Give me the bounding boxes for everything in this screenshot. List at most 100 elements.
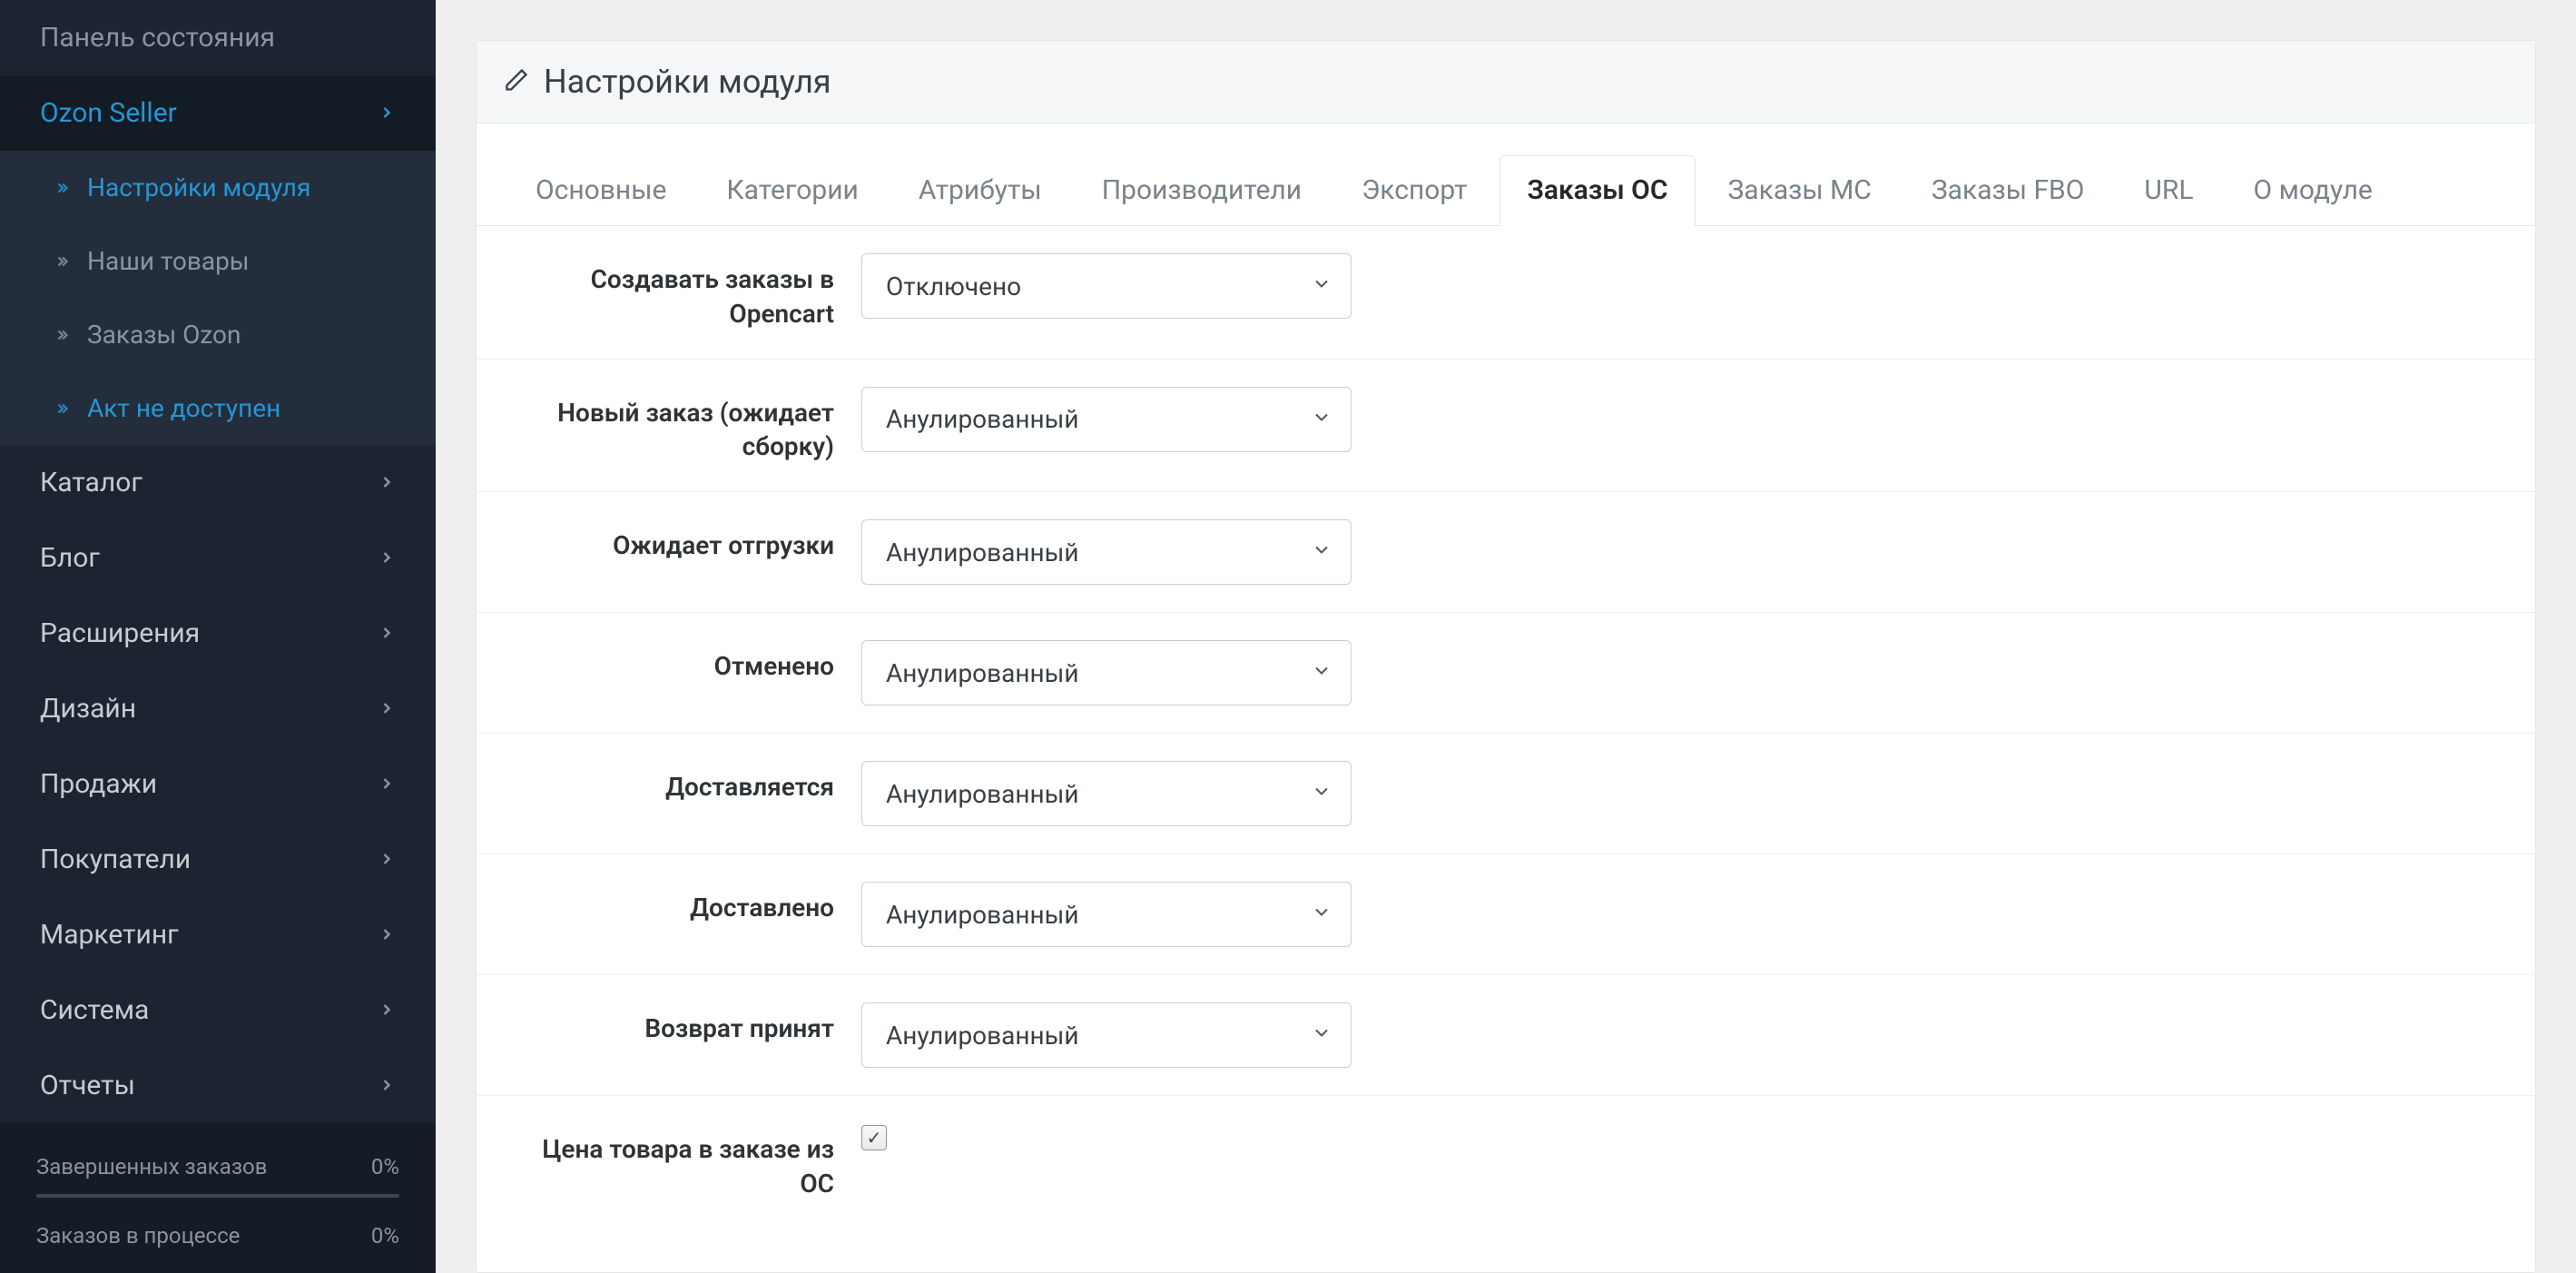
form-label: Отменено bbox=[507, 640, 861, 684]
sidebar-section-title: Панель состояния bbox=[0, 0, 436, 75]
form-control: Анулированный bbox=[861, 387, 2504, 452]
select-dropdown[interactable]: Анулированный bbox=[861, 519, 1352, 585]
sidebar-item-label: Блог bbox=[40, 542, 378, 574]
sidebar-item[interactable]: Блог bbox=[0, 520, 436, 596]
sidebar-item[interactable]: Дизайн bbox=[0, 671, 436, 746]
double-chevron-right-icon bbox=[54, 173, 71, 202]
tab[interactable]: Экспорт bbox=[1333, 155, 1495, 226]
tab[interactable]: О модуле bbox=[2226, 155, 2401, 226]
sidebar-stats-footer: Завершенных заказов 0% Заказов в процесс… bbox=[0, 1123, 436, 1273]
form-label: Создавать заказы в Opencart bbox=[507, 253, 861, 331]
sidebar-sub-item[interactable]: Настройки модуля bbox=[0, 151, 436, 224]
sidebar-item[interactable]: Покупатели bbox=[0, 822, 436, 897]
select-dropdown[interactable]: Анулированный bbox=[861, 1002, 1352, 1068]
sidebar-item-label: Расширения bbox=[40, 617, 378, 649]
sidebar-item-label: Отчеты bbox=[40, 1070, 378, 1101]
form-row: Цена товара в заказе из ОС✓ bbox=[477, 1096, 2535, 1229]
stats-value: 0% bbox=[371, 1154, 399, 1179]
sidebar-sub-item[interactable]: Наши товары bbox=[0, 224, 436, 298]
settings-panel: Настройки модуля ОсновныеКатегорииАтрибу… bbox=[476, 40, 2536, 1273]
sidebar-item[interactable]: Маркетинг bbox=[0, 897, 436, 972]
sidebar-item-label: Маркетинг bbox=[40, 919, 378, 951]
chevron-right-icon bbox=[378, 994, 396, 1026]
settings-form: Создавать заказы в Opencart Отключено Новы… bbox=[477, 226, 2535, 1265]
form-label: Доставлено bbox=[507, 882, 861, 925]
tab[interactable]: Категории bbox=[698, 155, 886, 226]
form-row: Создавать заказы в Opencart Отключено bbox=[477, 226, 2535, 360]
select-value: Анулированный bbox=[886, 1021, 1079, 1051]
select-dropdown[interactable]: Анулированный bbox=[861, 387, 1352, 452]
form-control: Отключено bbox=[861, 253, 2504, 319]
sidebar-item-label: Покупатели bbox=[40, 844, 378, 875]
chevron-right-icon bbox=[378, 919, 396, 951]
sidebar-item[interactable]: Каталог bbox=[0, 445, 436, 520]
form-control: Анулированный bbox=[861, 640, 2504, 706]
tab[interactable]: Основные bbox=[507, 155, 694, 226]
double-chevron-right-icon bbox=[54, 320, 71, 350]
sidebar-sub-label: Акт не доступен bbox=[87, 393, 280, 423]
sidebar-section-title-text: Панель состояния bbox=[40, 22, 396, 54]
sidebar-item-label: Ozon Seller bbox=[40, 97, 378, 129]
chevron-right-icon bbox=[378, 467, 396, 498]
select-value: Анулированный bbox=[886, 538, 1079, 567]
form-control: Анулированный bbox=[861, 761, 2504, 826]
checkbox[interactable]: ✓ bbox=[861, 1125, 887, 1150]
sidebar-item-label: Каталог bbox=[40, 467, 378, 498]
select-value: Анулированный bbox=[886, 404, 1079, 434]
sidebar-sub-item[interactable]: Акт не доступен bbox=[0, 371, 436, 445]
sidebar-sub-label: Заказы Ozon bbox=[87, 320, 241, 350]
tab[interactable]: URL bbox=[2116, 155, 2221, 226]
tab[interactable]: Заказы МС bbox=[1699, 155, 1899, 226]
tab[interactable]: Производители bbox=[1074, 155, 1330, 226]
select-value: Анулированный bbox=[886, 779, 1079, 809]
sidebar: Панель состояния Ozon Seller Настройки м… bbox=[0, 0, 436, 1273]
pencil-icon bbox=[504, 63, 529, 101]
stats-row: Завершенных заказов 0% bbox=[36, 1145, 399, 1189]
tabs-bar: ОсновныеКатегорииАтрибутыПроизводителиЭк… bbox=[477, 123, 2535, 226]
double-chevron-right-icon bbox=[54, 393, 71, 423]
form-label: Цена товара в заказе из ОС bbox=[507, 1123, 861, 1201]
sidebar-item-label: Система bbox=[40, 994, 378, 1026]
chevron-right-icon bbox=[378, 844, 396, 875]
chevron-down-icon bbox=[1311, 271, 1332, 301]
double-chevron-right-icon bbox=[54, 246, 71, 276]
tab[interactable]: Заказы ОС bbox=[1499, 155, 1696, 226]
form-control: Анулированный bbox=[861, 1002, 2504, 1068]
sidebar-sub-item[interactable]: Заказы Ozon bbox=[0, 298, 436, 371]
chevron-right-icon bbox=[378, 768, 396, 800]
chevron-down-icon bbox=[1311, 779, 1332, 809]
stats-value: 0% bbox=[371, 1223, 399, 1248]
sidebar-item-label: Продажи bbox=[40, 768, 378, 800]
sidebar-item-label: Дизайн bbox=[40, 693, 378, 725]
select-value: Отключено bbox=[886, 271, 1021, 301]
select-value: Анулированный bbox=[886, 900, 1079, 930]
chevron-right-icon bbox=[378, 97, 396, 129]
form-control: Анулированный bbox=[861, 882, 2504, 947]
select-dropdown[interactable]: Анулированный bbox=[861, 640, 1352, 706]
select-dropdown[interactable]: Отключено bbox=[861, 253, 1352, 319]
form-row: Новый заказ (ожидает сборку) Анулированны… bbox=[477, 360, 2535, 493]
form-control: ✓ bbox=[861, 1123, 2504, 1150]
sidebar-item-ozon-seller[interactable]: Ozon Seller bbox=[0, 75, 436, 151]
chevron-right-icon bbox=[378, 542, 396, 574]
chevron-right-icon bbox=[378, 617, 396, 649]
form-row: Доставлено Анулированный bbox=[477, 854, 2535, 975]
form-control: Анулированный bbox=[861, 519, 2504, 585]
stats-progress-bar bbox=[36, 1194, 399, 1198]
select-dropdown[interactable]: Анулированный bbox=[861, 761, 1352, 826]
tab[interactable]: Атрибуты bbox=[890, 155, 1070, 226]
select-dropdown[interactable]: Анулированный bbox=[861, 882, 1352, 947]
form-label: Новый заказ (ожидает сборку) bbox=[507, 387, 861, 465]
sidebar-item[interactable]: Система bbox=[0, 972, 436, 1048]
sidebar-item[interactable]: Отчеты bbox=[0, 1048, 436, 1123]
form-row: ДоставляетсяАнулированный bbox=[477, 734, 2535, 854]
sidebar-sub-label: Наши товары bbox=[87, 246, 250, 276]
main-content: Настройки модуля ОсновныеКатегорииАтрибу… bbox=[436, 0, 2576, 1273]
chevron-down-icon bbox=[1311, 1021, 1332, 1051]
select-value: Анулированный bbox=[886, 658, 1079, 688]
tab[interactable]: Заказы FBO bbox=[1903, 155, 2113, 226]
form-label: Ожидает отгрузки bbox=[507, 519, 861, 563]
sidebar-item[interactable]: Продажи bbox=[0, 746, 436, 822]
sidebar-item[interactable]: Расширения bbox=[0, 596, 436, 671]
form-row: Отменено Анулированный bbox=[477, 613, 2535, 734]
